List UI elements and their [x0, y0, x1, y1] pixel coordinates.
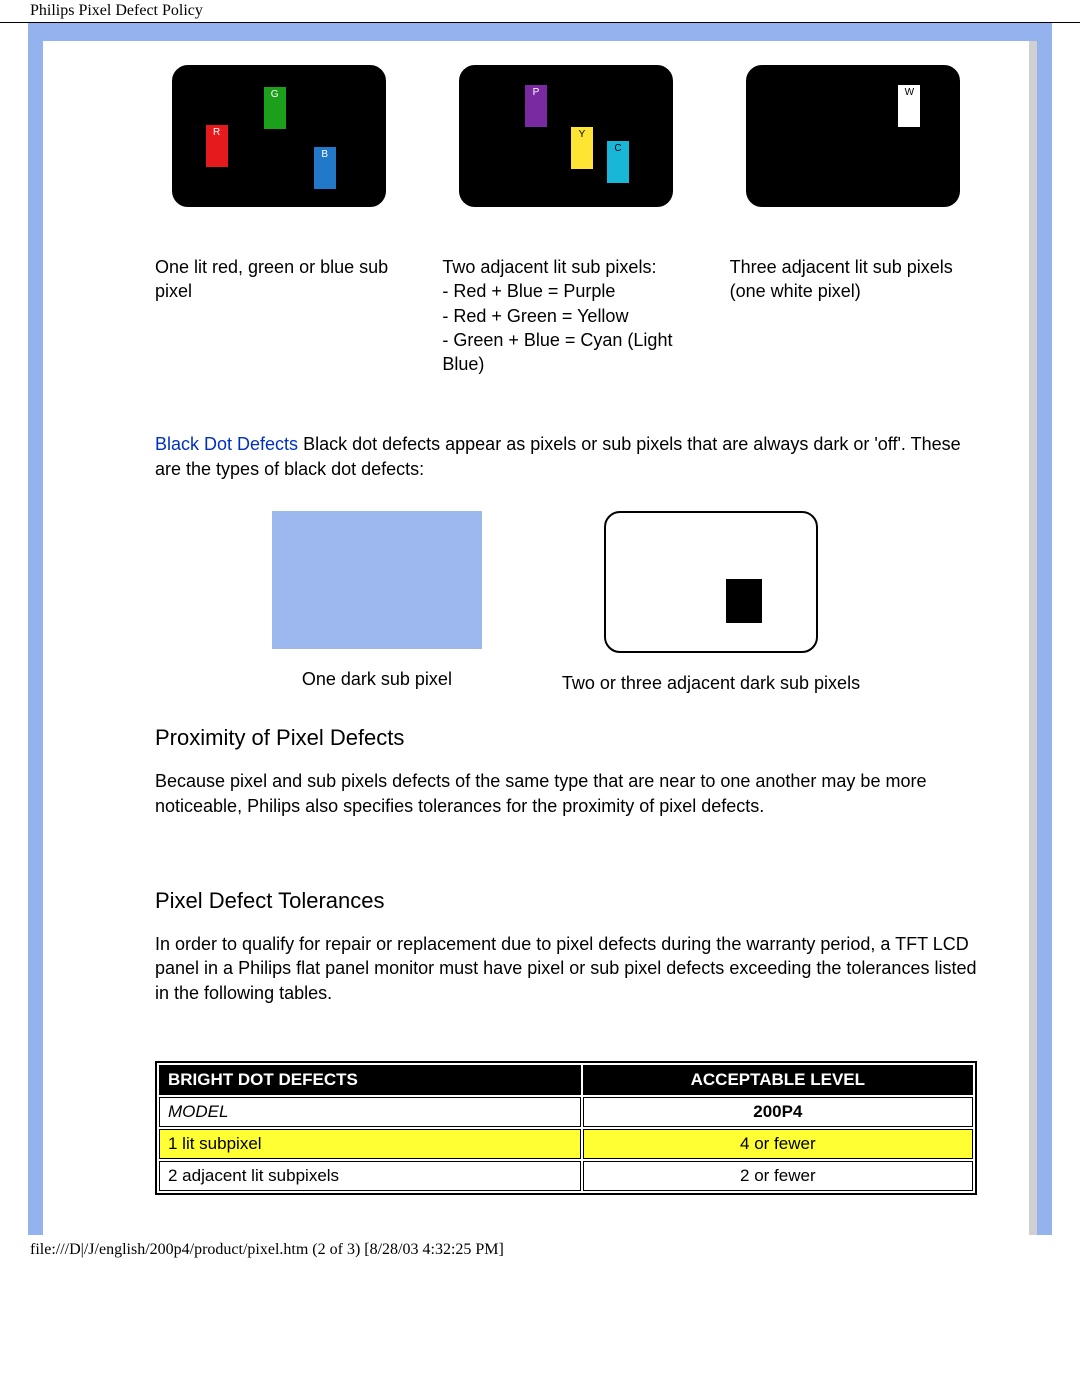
- th-acceptable: ACCEPTABLE LEVEL: [583, 1065, 973, 1095]
- model-label: MODEL: [159, 1097, 581, 1127]
- bright-dot-captions: One lit red, green or blue sub pixel Two…: [155, 215, 977, 376]
- proximity-text: Because pixel and sub pixels defects of …: [155, 769, 977, 818]
- footer-text: file:///D|/J/english/200p4/product/pixel…: [30, 1241, 504, 1258]
- subpixel-c-label: C: [607, 143, 629, 154]
- caption-three-adjacent: Three adjacent lit sub pixels (one white…: [730, 255, 977, 376]
- caption-one-dark: One dark sub pixel: [272, 667, 482, 691]
- content-area: R G B P Y C W One lit red, green or blue…: [43, 41, 1037, 1235]
- subpixel-g-label: G: [264, 89, 286, 100]
- scrollbar[interactable]: [1029, 41, 1037, 1235]
- row-name: 1 lit subpixel: [159, 1129, 581, 1159]
- tolerances-table: BRIGHT DOT DEFECTS ACCEPTABLE LEVEL MODE…: [155, 1061, 977, 1195]
- caption-multi-dark: Two or three adjacent dark sub pixels: [562, 671, 860, 695]
- table-model-row: MODEL 200P4: [159, 1097, 973, 1127]
- page-header: Philips Pixel Defect Policy: [0, 0, 1080, 23]
- subpixel-r-label: R: [206, 127, 228, 138]
- illus-white: W: [746, 65, 960, 207]
- caption-two-adjacent: Two adjacent lit sub pixels: - Red + Blu…: [442, 255, 689, 376]
- bright-dot-illustrations: R G B P Y C W: [155, 65, 977, 215]
- row-value: 4 or fewer: [583, 1129, 973, 1159]
- illus-multi-dark: [604, 511, 818, 653]
- tolerances-text: In order to qualify for repair or replac…: [155, 932, 977, 1005]
- subpixel-p-label: P: [525, 87, 547, 98]
- table-header-row: BRIGHT DOT DEFECTS ACCEPTABLE LEVEL: [159, 1065, 973, 1095]
- model-value: 200P4: [583, 1097, 973, 1127]
- proximity-heading: Proximity of Pixel Defects: [155, 725, 977, 751]
- black-dot-title: Black Dot Defects: [155, 434, 298, 454]
- page-frame: R G B P Y C W One lit red, green or blue…: [28, 23, 1052, 1235]
- black-dot-illustrations: One dark sub pixel Two or three adjacent…: [155, 511, 977, 695]
- illus-pyc: P Y C: [459, 65, 673, 207]
- doc-title: Philips Pixel Defect Policy: [30, 2, 203, 19]
- subpixel-b-label: B: [314, 149, 336, 160]
- subpixel-y-label: Y: [571, 129, 593, 140]
- tolerances-heading: Pixel Defect Tolerances: [155, 888, 977, 914]
- dark-pixel-icon: [726, 579, 762, 623]
- illus-rgb: R G B: [172, 65, 386, 207]
- subpixel-w-label: W: [898, 87, 920, 98]
- row-name: 2 adjacent lit subpixels: [159, 1161, 581, 1191]
- page-footer: file:///D|/J/english/200p4/product/pixel…: [0, 1235, 1080, 1269]
- black-dot-intro: Black Dot Defects Black dot defects appe…: [155, 432, 977, 481]
- row-value: 2 or fewer: [583, 1161, 973, 1191]
- table-row: 2 adjacent lit subpixels 2 or fewer: [159, 1161, 973, 1191]
- caption-one-lit: One lit red, green or blue sub pixel: [155, 255, 402, 376]
- th-bright-dot: BRIGHT DOT DEFECTS: [159, 1065, 581, 1095]
- table-row: 1 lit subpixel 4 or fewer: [159, 1129, 973, 1159]
- illus-one-dark: [272, 511, 482, 649]
